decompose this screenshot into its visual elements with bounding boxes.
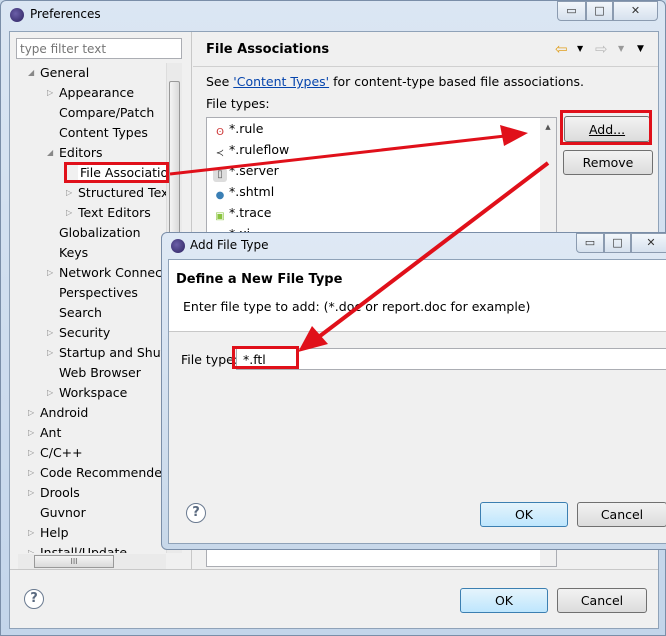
arrow-head-add xyxy=(500,125,528,146)
arrow-to-file-type xyxy=(318,161,550,338)
arrow-head-file-type xyxy=(298,326,328,352)
annotation-arrows xyxy=(169,125,550,352)
arrow-to-add xyxy=(169,134,506,176)
